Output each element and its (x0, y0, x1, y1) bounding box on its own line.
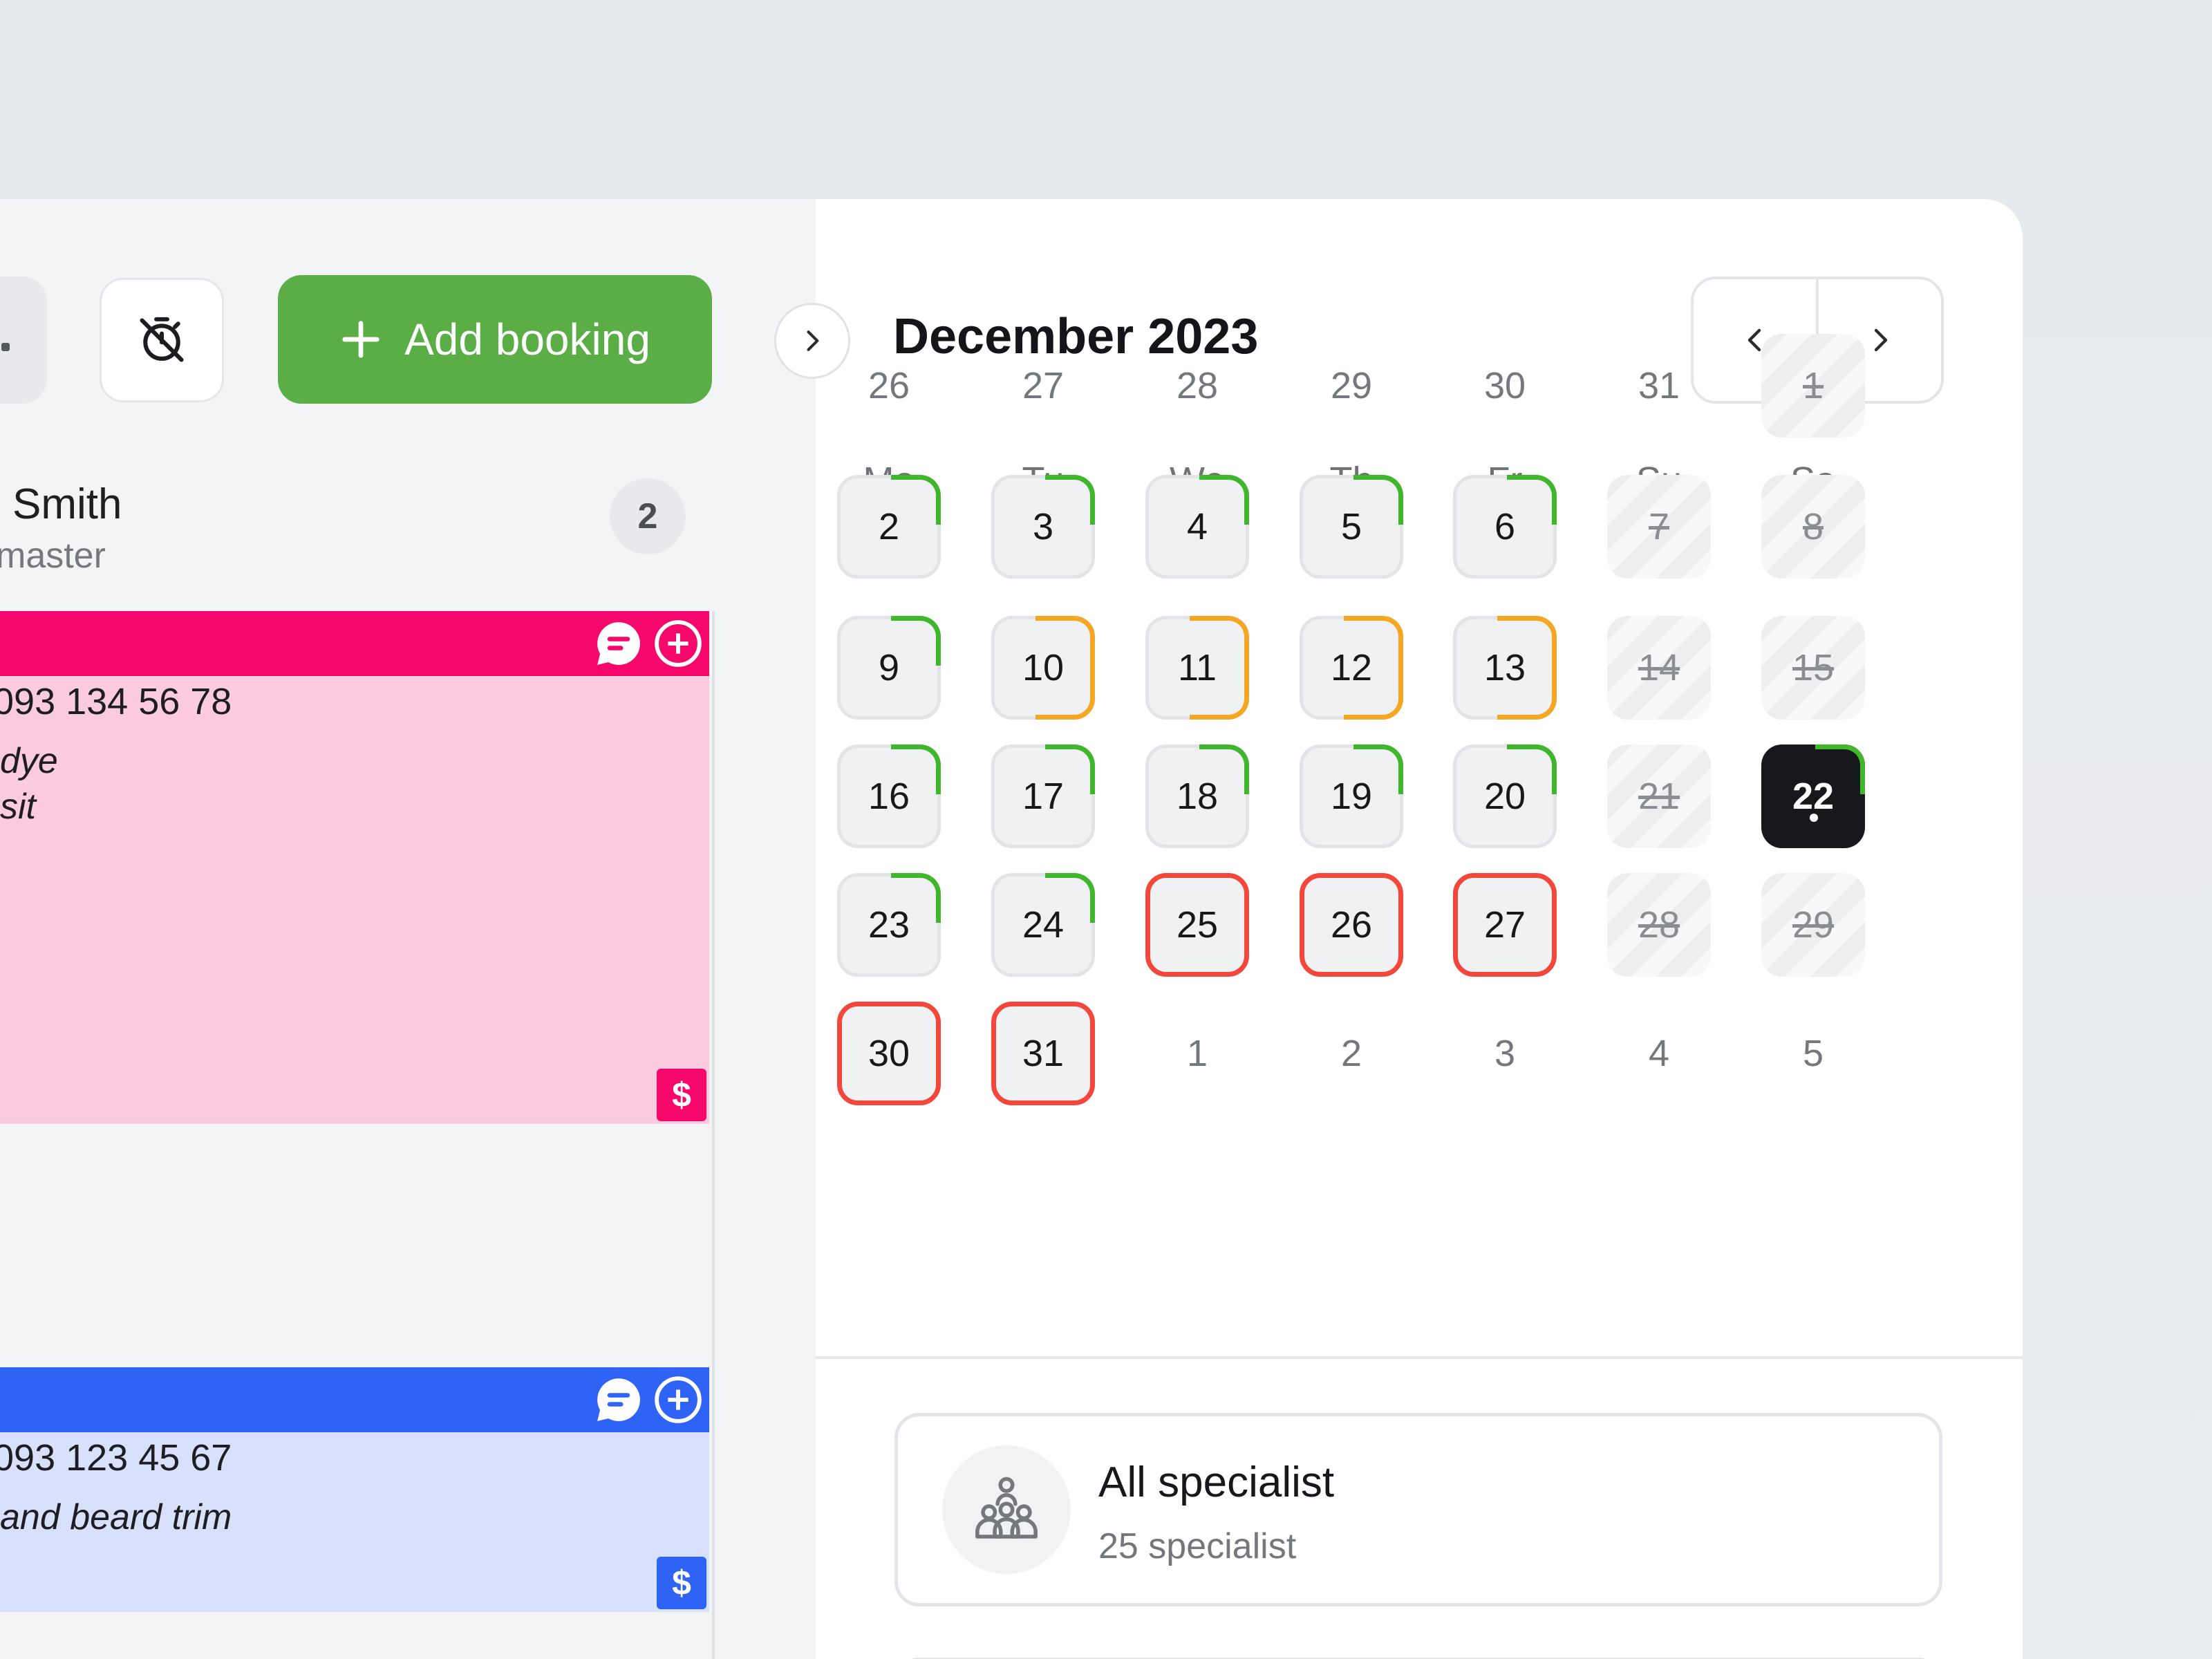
payment-badge: $ (657, 1557, 706, 1609)
staff-name: Smith (12, 480, 122, 528)
group-icon (942, 1445, 1071, 1574)
collapse-panel-button[interactable] (774, 303, 850, 379)
calendar-day-closed: 1 (1761, 334, 1865, 438)
booking-card-header (0, 1367, 709, 1432)
specialist-title: All specialist (1098, 1459, 1335, 1506)
calendar-day-other-month[interactable]: 28 (1145, 334, 1249, 438)
calendar-day-other-month[interactable]: 29 (1300, 334, 1403, 438)
schedule-column: 093 134 56 78 dye sit $ 093 123 45 67 an… (0, 611, 715, 1659)
calendar-day-medium-load[interactable]: 11 (1145, 616, 1249, 720)
calendar-day-medium-load[interactable]: 13 (1453, 616, 1557, 720)
specialist-count: 25 specialist (1098, 1526, 1297, 1566)
booking-service: dye sit (0, 738, 58, 830)
toolbar-button-icon (1, 343, 10, 351)
calendar-day-low-load[interactable]: 5 (1300, 475, 1403, 579)
calendar-day-other-month[interactable]: 1 (1145, 1002, 1249, 1105)
booking-card[interactable]: 093 123 45 67 and beard trim $ (0, 1367, 709, 1612)
toolbar-button-partial[interactable] (0, 276, 47, 404)
calendar-day-closed: 28 (1607, 873, 1711, 977)
booking-card-header (0, 611, 709, 676)
calendar-day-medium-load[interactable]: 12 (1300, 616, 1403, 720)
add-circle-icon[interactable] (651, 617, 705, 674)
add-booking-label: Add booking (404, 315, 650, 364)
calendar-day-medium-load[interactable]: 10 (991, 616, 1095, 720)
calendar-day-low-load[interactable]: 3 (991, 475, 1095, 579)
calendar-day-low-load[interactable]: 6 (1453, 475, 1557, 579)
plus-icon (339, 318, 382, 361)
calendar-day-low-load[interactable]: 20 (1453, 744, 1557, 848)
calendar-day-low-load[interactable]: 24 (991, 873, 1095, 977)
calendar-day-full-load[interactable]: 31 (991, 1002, 1095, 1105)
calendar-day-closed: 8 (1761, 475, 1865, 579)
calendar-day-other-month[interactable]: 26 (837, 334, 941, 438)
comment-icon[interactable] (592, 617, 646, 674)
calendar-day-low-load[interactable]: 4 (1145, 475, 1249, 579)
add-circle-icon[interactable] (651, 1373, 705, 1430)
booking-phone: 093 123 45 67 (0, 1437, 232, 1479)
booking-service: and beard trim (0, 1494, 232, 1540)
app-window: Add booking Smith master 2 093 134 56 78… (0, 199, 2023, 1659)
booking-service-line: sit (0, 787, 36, 827)
calendar-panel: December 2023 MoTuWeThFrSuSa 26272829303… (816, 199, 2023, 1659)
timer-off-icon (140, 317, 184, 362)
calendar-day-low-load[interactable]: 17 (991, 744, 1095, 848)
calendar-day-other-month[interactable]: 27 (991, 334, 1095, 438)
calendar-day-closed: 15 (1761, 616, 1865, 720)
calendar-day-today[interactable]: 22 (1761, 744, 1865, 848)
booking-phone: 093 134 56 78 (0, 681, 232, 722)
calendar-day-low-load[interactable]: 19 (1300, 744, 1403, 848)
chevron-right-icon (1874, 328, 1887, 352)
divider (816, 1356, 2023, 1359)
calendar-day-other-month[interactable]: 5 (1761, 1002, 1865, 1105)
today-dot (1810, 814, 1818, 822)
calendar-day-low-load[interactable]: 9 (837, 616, 941, 720)
comment-icon[interactable] (592, 1373, 646, 1430)
calendar-day-full-load[interactable]: 30 (837, 1002, 941, 1105)
chevron-right-icon (807, 330, 819, 351)
booking-service-line: dye (0, 741, 58, 781)
calendar-day-other-month[interactable]: 2 (1300, 1002, 1403, 1105)
add-booking-button[interactable]: Add booking (278, 275, 712, 404)
specialist-selector[interactable]: All specialist 25 specialist (894, 1413, 1942, 1606)
payment-badge: $ (657, 1069, 706, 1121)
calendar-day-closed: 21 (1607, 744, 1711, 848)
schedule-panel: Add booking Smith master 2 093 134 56 78… (0, 199, 816, 1659)
calendar-day-low-load[interactable]: 23 (837, 873, 941, 977)
calendar-day-closed: 29 (1761, 873, 1865, 977)
timer-off-button[interactable] (100, 278, 224, 402)
booking-count-badge: 2 (610, 478, 686, 554)
calendar-day-closed: 7 (1607, 475, 1711, 579)
calendar-day-full-load[interactable]: 27 (1453, 873, 1557, 977)
booking-service-line: and beard trim (0, 1497, 232, 1537)
calendar-day-closed: 14 (1607, 616, 1711, 720)
calendar-day-full-load[interactable]: 25 (1145, 873, 1249, 977)
calendar-day-full-load[interactable]: 26 (1300, 873, 1403, 977)
calendar-day-low-load[interactable]: 18 (1145, 744, 1249, 848)
calendar-day-other-month[interactable]: 3 (1453, 1002, 1557, 1105)
calendar-day-other-month[interactable]: 4 (1607, 1002, 1711, 1105)
booking-card[interactable]: 093 134 56 78 dye sit $ (0, 611, 709, 1124)
calendar-day-low-load[interactable]: 16 (837, 744, 941, 848)
staff-role: master (0, 536, 106, 576)
calendar-day-other-month[interactable]: 30 (1453, 334, 1557, 438)
calendar-day-other-month[interactable]: 31 (1607, 334, 1711, 438)
calendar-day-low-load[interactable]: 2 (837, 475, 941, 579)
